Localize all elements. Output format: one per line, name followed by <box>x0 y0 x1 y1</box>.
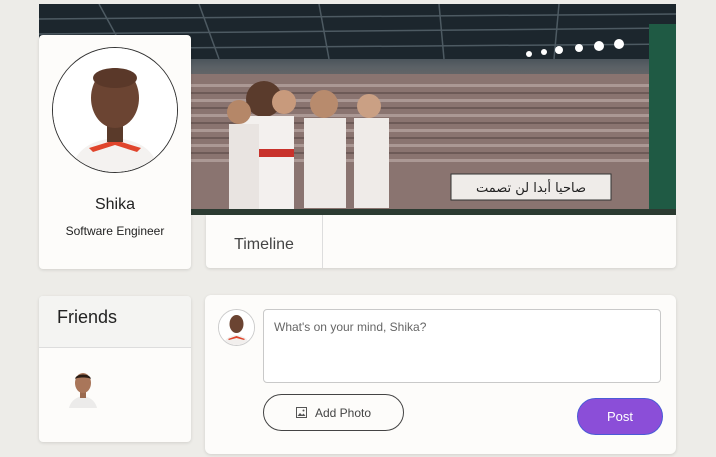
add-photo-button[interactable]: Add Photo <box>263 394 404 431</box>
cover-banner-text: صاحيا أبدا لن تصمت <box>476 179 586 196</box>
image-icon <box>295 407 307 418</box>
avatar-person-icon <box>53 48 177 172</box>
profile-tab-bar: Timeline <box>206 215 676 268</box>
post-button[interactable]: Post <box>577 398 663 435</box>
profile-avatar[interactable] <box>52 47 178 173</box>
friends-title: Friends <box>39 296 191 348</box>
composer-avatar <box>218 309 255 346</box>
profile-name: Shika <box>94 196 136 213</box>
profile-role: Software Engineer <box>65 224 165 238</box>
friend-avatar[interactable] <box>63 368 103 408</box>
friends-card: Friends <box>39 296 191 442</box>
friend-person-icon <box>63 368 103 408</box>
profile-card: Shika Software Engineer <box>39 35 191 269</box>
add-photo-label: Add Photo <box>314 405 372 420</box>
post-input[interactable] <box>263 309 661 383</box>
post-composer: Add Photo Post <box>205 295 676 454</box>
composer-person-icon <box>219 310 254 345</box>
tab-timeline[interactable]: Timeline <box>206 215 323 268</box>
